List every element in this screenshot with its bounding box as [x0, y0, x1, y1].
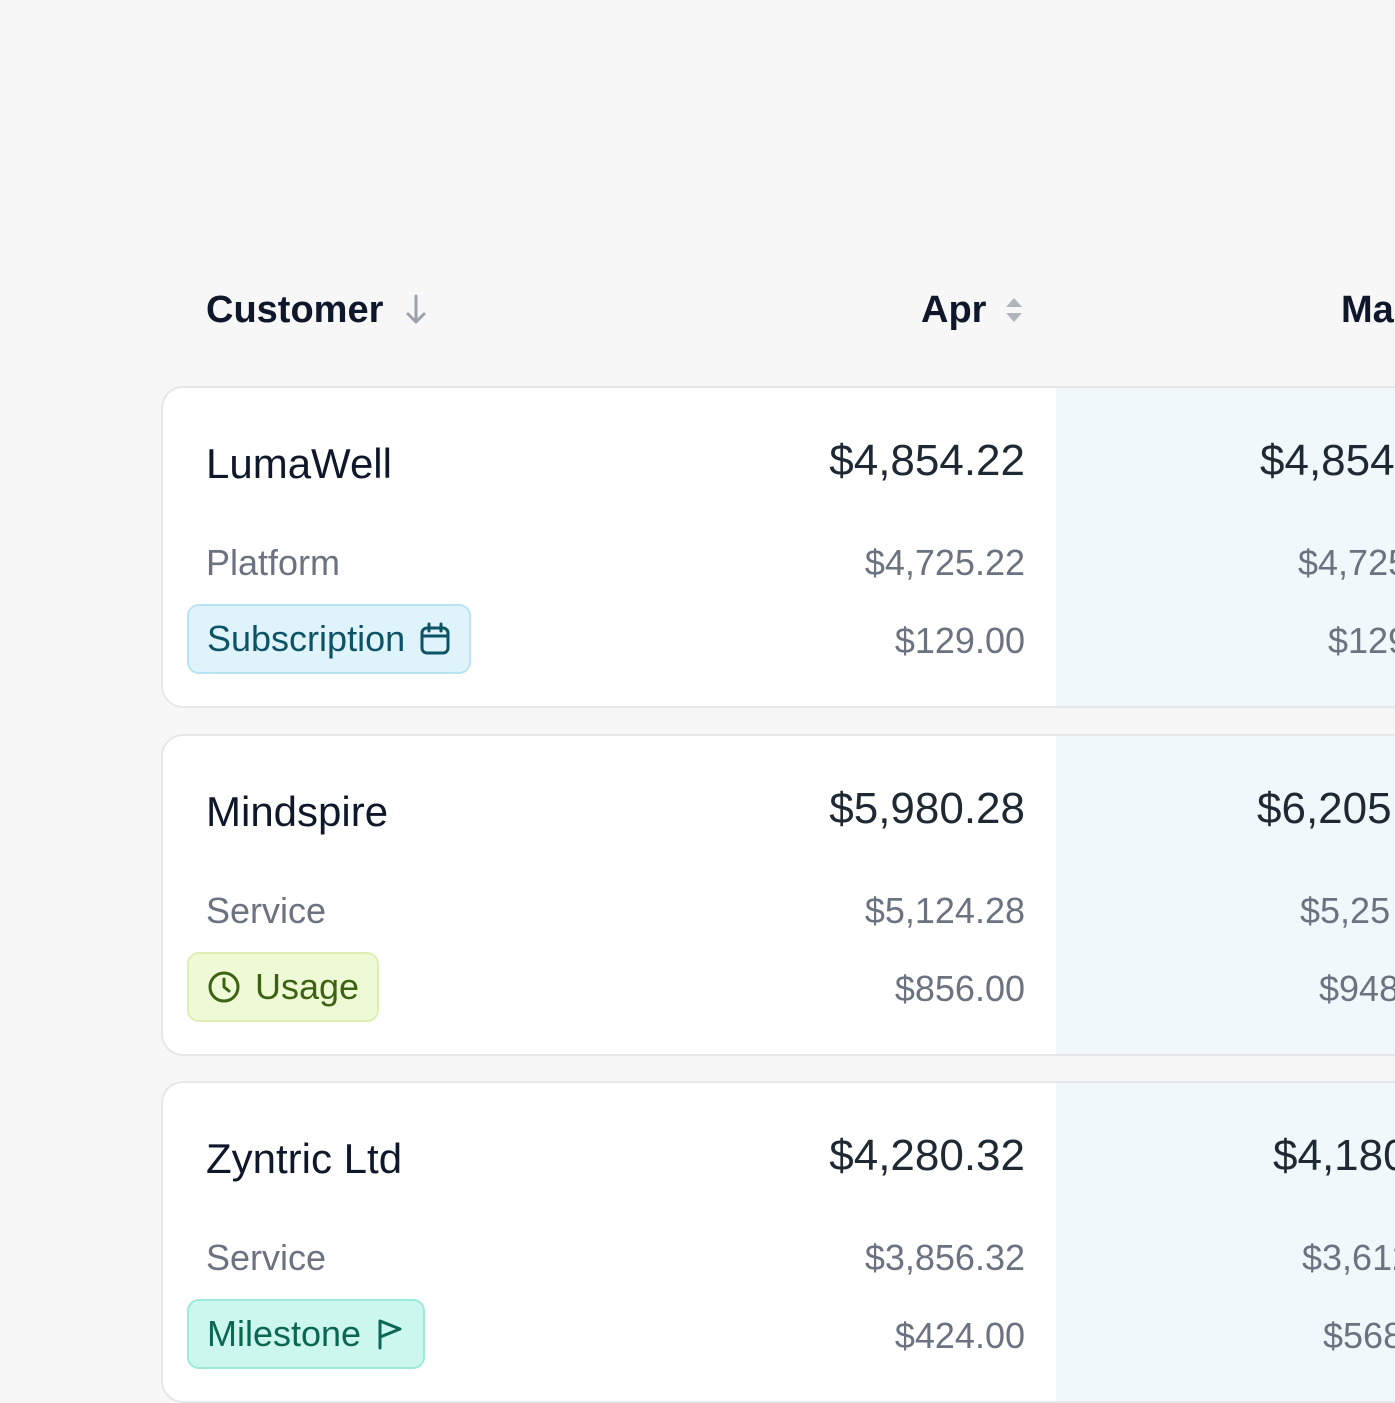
apr-total: $4,854.22: [829, 436, 1025, 485]
billing-type-badge: Usage: [187, 952, 380, 1022]
customer-type: Platform: [206, 542, 341, 583]
may-line-1: $3,612: [1302, 1237, 1395, 1278]
apr-total: $5,980.28: [829, 784, 1025, 833]
table-row[interactable]: Mindspire Service Usage $5,980.28 $5,124…: [161, 734, 1395, 1056]
may-column-header[interactable]: Ma: [1341, 284, 1394, 336]
apr-line-2: $856.00: [894, 968, 1025, 1009]
customer-column-header[interactable]: Customer: [206, 284, 427, 336]
apr-total: $4,280.32: [829, 1131, 1025, 1180]
may-line-1: $4,725: [1298, 542, 1395, 583]
may-total: $6,205: [1257, 784, 1392, 833]
may-total: $4,180: [1273, 1131, 1395, 1180]
apr-line-1: $3,856.32: [864, 1237, 1025, 1278]
customer-name: Mindspire: [206, 788, 389, 835]
table-row[interactable]: Zyntric Ltd Service Milestone $4,280.32 …: [161, 1081, 1395, 1403]
may-line-2: $129: [1328, 620, 1395, 661]
may-line-2: $568: [1323, 1315, 1395, 1356]
apr-line-2: $129.00: [894, 620, 1025, 661]
customer-type: Service: [206, 1237, 327, 1278]
customer-header-label: Customer: [206, 288, 384, 331]
apr-line-1: $4,725.22: [864, 542, 1025, 583]
calendar-icon: [419, 622, 451, 656]
badge-label: Usage: [255, 966, 360, 1007]
apr-line-2: $424.00: [894, 1315, 1025, 1356]
sort-unsorted-icon[interactable]: [1004, 295, 1024, 325]
badge-label: Subscription: [207, 618, 406, 659]
billing-type-badge: Subscription: [187, 604, 472, 674]
customer-type: Service: [206, 890, 327, 931]
may-header-label: Ma: [1341, 288, 1394, 331]
apr-header-label: Apr: [921, 288, 987, 331]
apr-line-1: $5,124.28: [864, 890, 1025, 931]
may-line-2: $948: [1319, 968, 1395, 1009]
apr-column-header[interactable]: Apr: [921, 284, 1024, 336]
may-total: $4,854: [1260, 436, 1395, 485]
clock-icon: [207, 970, 241, 1004]
flag-icon: [375, 1317, 405, 1351]
customer-name: Zyntric Ltd: [206, 1135, 403, 1182]
may-line-1: $5,25: [1300, 890, 1391, 931]
billing-type-badge: Milestone: [187, 1299, 426, 1369]
customer-name: LumaWell: [206, 440, 392, 487]
table-row[interactable]: LumaWell Platform Subscription $4,854.22…: [161, 386, 1395, 708]
sort-descending-icon[interactable]: [405, 293, 427, 327]
badge-label: Milestone: [207, 1313, 362, 1354]
